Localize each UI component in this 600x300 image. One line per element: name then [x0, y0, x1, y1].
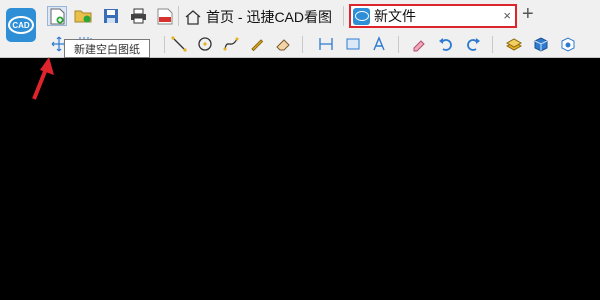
toolbar-separator [302, 36, 303, 53]
redo-button[interactable] [464, 35, 482, 53]
settings-box-icon [561, 37, 575, 52]
erase-tool-button[interactable] [274, 35, 292, 53]
print-icon [130, 8, 146, 24]
text-icon [373, 36, 385, 51]
3d-box-icon [534, 37, 548, 52]
pencil-icon [251, 39, 264, 52]
measure-length-button[interactable] [317, 35, 335, 53]
new-blank-drawing-button[interactable] [47, 6, 67, 26]
tab-new-file[interactable]: 新文件 × [349, 4, 517, 28]
new-file-icon [50, 8, 64, 24]
app-logo[interactable]: CAD [6, 8, 36, 42]
highlight-tool-button[interactable] [410, 35, 428, 53]
annotation-arrow-icon [32, 57, 54, 100]
3d-view-button[interactable] [532, 35, 550, 53]
curve-tool-button[interactable] [222, 35, 240, 53]
layers-button[interactable] [505, 35, 523, 53]
block-settings-button[interactable] [559, 35, 577, 53]
sketch-tool-button[interactable] [248, 35, 266, 53]
highlighter-icon [413, 40, 425, 52]
folder-open-icon [74, 10, 92, 23]
measure-area-button[interactable] [344, 35, 362, 53]
layer-icon [506, 38, 522, 51]
quick-access-divider [178, 6, 179, 26]
text-tool-button[interactable] [371, 35, 389, 53]
print-button[interactable] [128, 6, 148, 26]
line-icon [171, 36, 187, 52]
save-icon [104, 9, 118, 23]
eraser-icon [276, 39, 290, 51]
tab-home-label: 首页 - 迅捷CAD看图 [206, 9, 332, 25]
area-measure-icon [346, 38, 360, 50]
undo-icon [439, 38, 452, 51]
cad-viewer-window: CAD 首页 - 迅捷CAD看图 新文件 × + 新建空白图纸 [0, 0, 600, 300]
undo-button[interactable] [437, 35, 455, 53]
toolbar-separator [492, 36, 493, 53]
tab-close-icon[interactable]: × [503, 8, 511, 23]
circle-tool-button[interactable] [196, 35, 214, 53]
home-icon [185, 9, 201, 25]
new-tab-button[interactable]: + [522, 3, 534, 26]
tab-home[interactable]: 首页 - 迅捷CAD看图 [184, 6, 332, 28]
tab-divider [343, 6, 344, 26]
drawing-canvas[interactable] [0, 58, 600, 300]
pdf-export-icon [157, 8, 173, 24]
export-pdf-button[interactable] [155, 6, 175, 26]
tab-new-file-label: 新文件 [374, 8, 416, 24]
app-logo-text: CAD [8, 16, 34, 34]
ruler-icon [319, 38, 333, 50]
circle-icon [198, 37, 212, 51]
save-button[interactable] [101, 6, 121, 26]
toolbar-separator [164, 36, 165, 53]
open-button[interactable] [73, 6, 93, 26]
line-tool-button[interactable] [170, 35, 188, 53]
curve-icon [223, 37, 239, 51]
new-blank-drawing-tooltip: 新建空白图纸 [64, 39, 150, 58]
redo-icon [467, 38, 480, 51]
cad-file-icon [353, 7, 370, 25]
toolbar-separator [398, 36, 399, 53]
